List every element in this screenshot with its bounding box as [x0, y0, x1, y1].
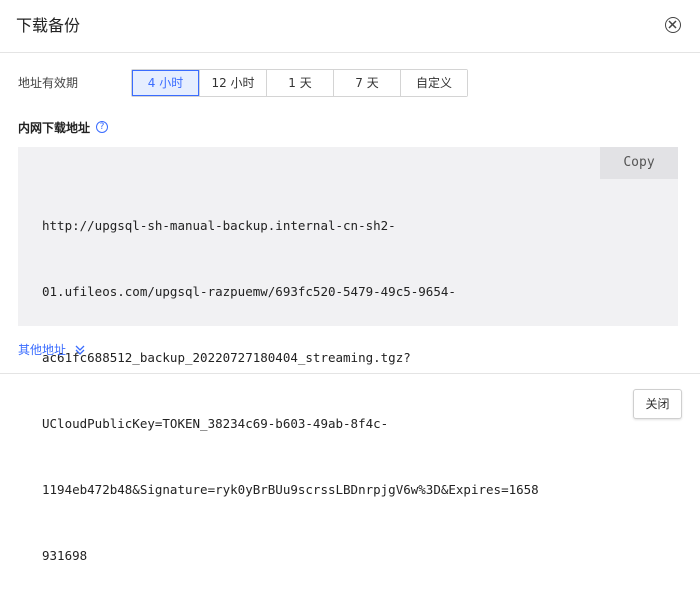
- validity-option-12h[interactable]: 12 小时: [199, 70, 266, 96]
- validity-option-1d[interactable]: 1 天: [266, 70, 333, 96]
- close-button[interactable]: 关闭: [633, 389, 682, 419]
- url-line: 01.ufileos.com/upgsql-razpuemw/693fc520-…: [42, 284, 456, 299]
- download-backup-dialog: 下载备份 地址有效期 4 小时 12 小时 1 天 7 天 自定义 内网下载地址…: [0, 0, 700, 563]
- validity-option-custom[interactable]: 自定义: [400, 70, 467, 96]
- download-url-box: Copy http://upgsql-sh-manual-backup.inte…: [18, 147, 678, 563]
- url-line: ac61fc688512_backup_20220727180404_strea…: [42, 350, 411, 365]
- url-line: http://upgsql-sh-manual-backup.internal-…: [42, 218, 396, 233]
- intranet-url-label: 内网下载地址: [18, 121, 91, 135]
- other-urls-toggle[interactable]: 其他地址: [18, 342, 86, 358]
- validity-option-4h[interactable]: 4 小时: [132, 70, 199, 96]
- url-line: 931698: [42, 548, 88, 563]
- close-icon[interactable]: [665, 17, 681, 33]
- double-chevron-down-icon: [75, 345, 85, 355]
- dialog-header: 下载备份: [0, 0, 700, 53]
- validity-label: 地址有效期: [18, 76, 79, 90]
- question-circle-icon[interactable]: ?: [96, 121, 108, 133]
- validity-selector: 4 小时 12 小时 1 天 7 天 自定义: [131, 69, 468, 97]
- validity-option-7d[interactable]: 7 天: [333, 70, 400, 96]
- dialog-title: 下载备份: [16, 16, 81, 35]
- url-line: 1194eb472b48&Signature=ryk0yBrBUu9scrssL…: [42, 482, 539, 497]
- copy-button[interactable]: Copy: [600, 147, 678, 179]
- dialog-footer: [0, 373, 700, 435]
- other-urls-label: 其他地址: [18, 343, 67, 357]
